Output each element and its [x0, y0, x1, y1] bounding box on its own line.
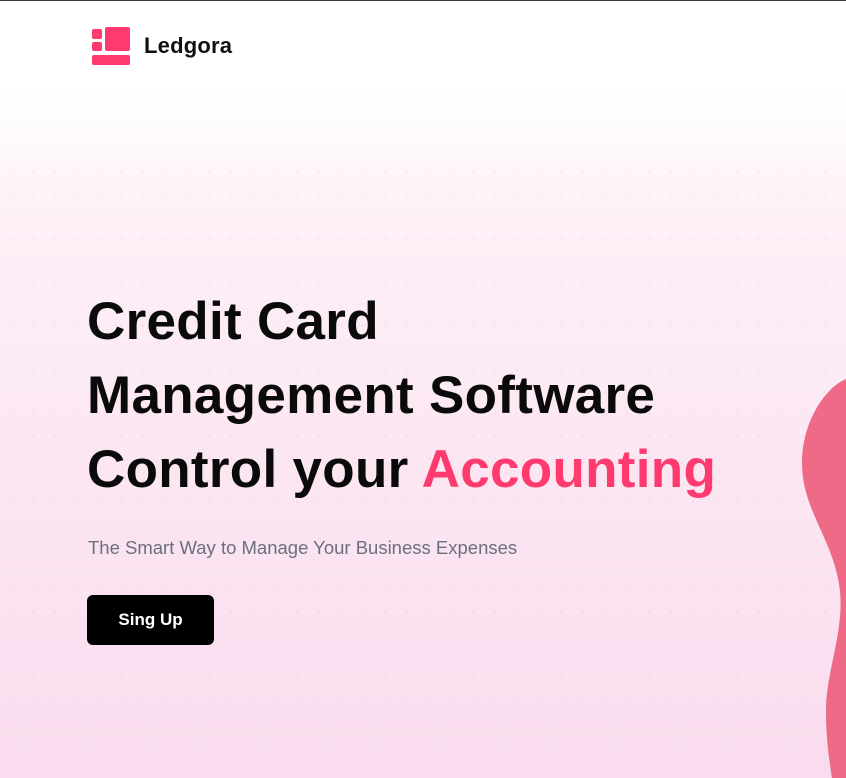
hero-title: Credit Card Management Software Control …	[87, 285, 716, 507]
sign-up-button[interactable]: Sing Up	[87, 595, 214, 645]
hero-title-line-3-prefix: Control your	[87, 440, 422, 499]
hero-title-line-3: Control your Accounting	[87, 433, 716, 507]
site-header: Ledgora	[92, 26, 232, 66]
hero-title-line-1: Credit Card	[87, 292, 379, 351]
decorative-blob	[802, 379, 846, 778]
brand-name[interactable]: Ledgora	[144, 33, 232, 59]
hero-title-line-2: Management Software	[87, 366, 656, 425]
hero-title-accent-word: Accounting	[421, 440, 717, 499]
hero-subtitle: The Smart Way to Manage Your Business Ex…	[88, 537, 518, 558]
ledgora-logo-icon[interactable]	[92, 27, 130, 65]
